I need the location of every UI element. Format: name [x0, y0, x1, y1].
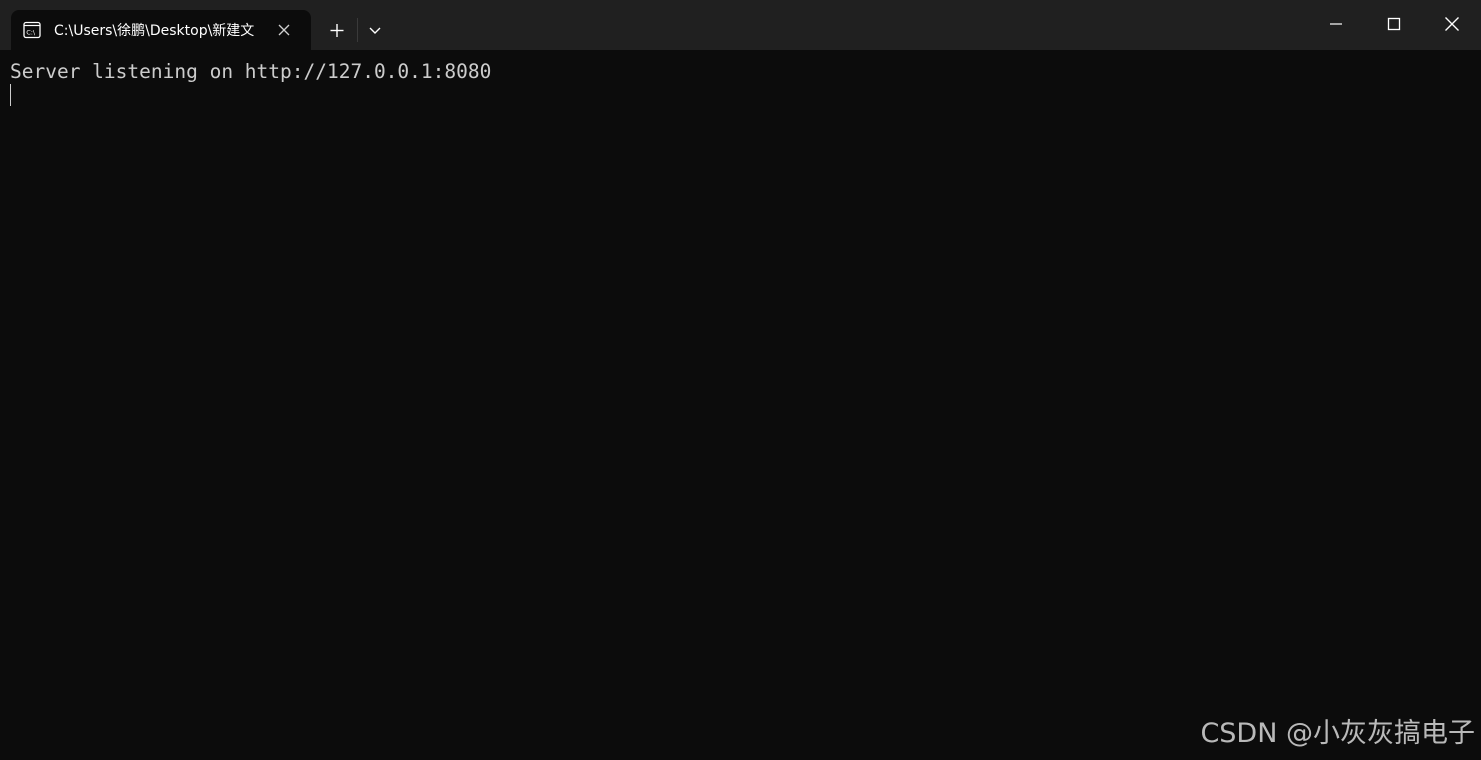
- minimize-icon: [1330, 23, 1342, 25]
- new-tab-button[interactable]: [321, 15, 353, 45]
- maximize-button[interactable]: [1365, 0, 1423, 48]
- minimize-button[interactable]: [1307, 0, 1365, 48]
- tab-title: C:\Users\徐鹏\Desktop\新建文: [54, 23, 255, 39]
- plus-icon: [321, 24, 353, 49]
- close-button[interactable]: [1423, 0, 1481, 48]
- svg-text:C:\: C:\: [26, 29, 36, 37]
- terminal-window: C:\ C:\Users\徐鹏\Desktop\新建文 Server liste…: [0, 0, 1481, 760]
- close-icon: [1445, 17, 1459, 31]
- title-bar[interactable]: C:\ C:\Users\徐鹏\Desktop\新建文: [0, 0, 1481, 50]
- chevron-down-icon: [362, 27, 388, 49]
- terminal-line: Server listening on http://127.0.0.1:808…: [10, 60, 492, 83]
- maximize-icon: [1387, 17, 1401, 31]
- text-cursor: [10, 84, 11, 106]
- tab-divider: [357, 18, 358, 42]
- terminal-output[interactable]: Server listening on http://127.0.0.1:808…: [0, 50, 1481, 760]
- tab-dropdown-button[interactable]: [362, 15, 388, 45]
- tab-active[interactable]: C:\ C:\Users\徐鹏\Desktop\新建文: [11, 10, 311, 50]
- tab-close-icon[interactable]: [274, 20, 294, 40]
- watermark: CSDN @小灰灰搞电子: [1200, 718, 1475, 749]
- terminal-icon: C:\: [23, 21, 41, 39]
